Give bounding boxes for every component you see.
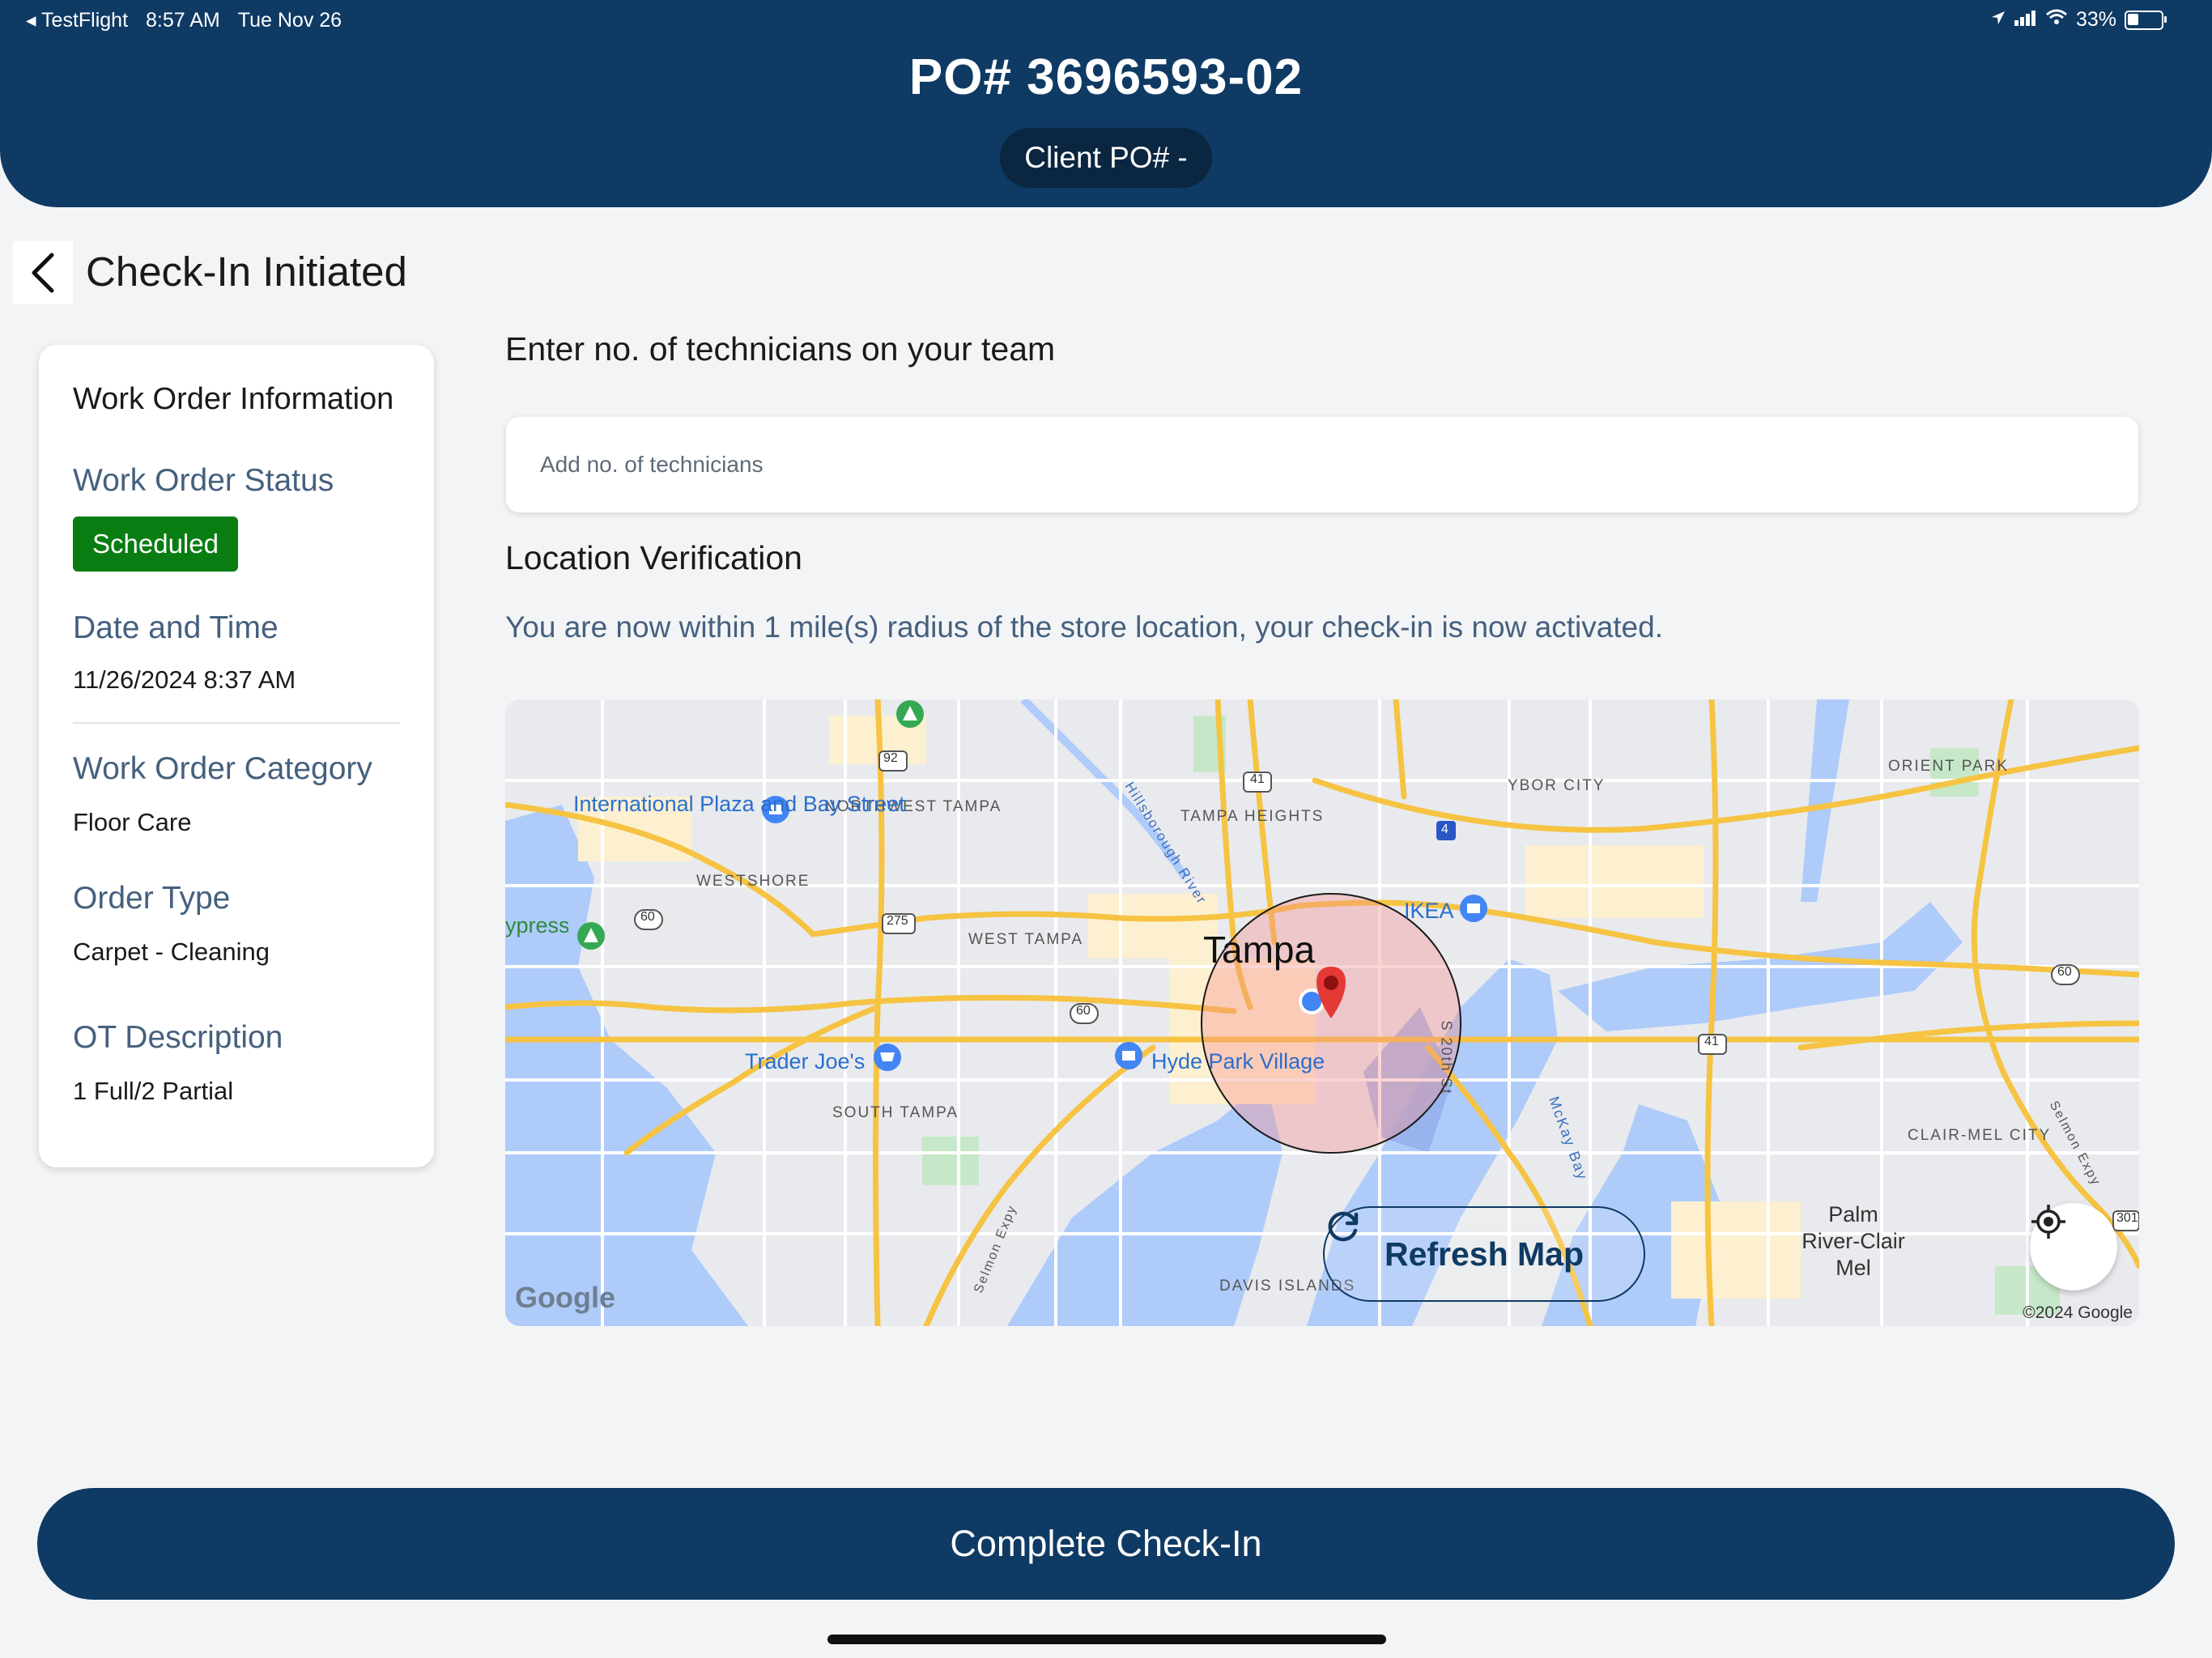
google-logo: Google <box>515 1281 615 1314</box>
app-header: ◂ TestFlight 8:57 AM Tue Nov 26 33% PO# … <box>0 0 2212 207</box>
poi-park-icon <box>896 700 924 728</box>
route-shield-60-east: 60 <box>2057 965 2072 979</box>
card-title: Work Order Information <box>73 382 394 416</box>
map-label-tampa-heights: TAMPA HEIGHTS <box>1180 808 1325 825</box>
poi-shopping-icon <box>1460 895 1487 922</box>
map-poi-trader-joes[interactable]: Trader Joe's <box>745 1048 865 1075</box>
crosshair-icon <box>2031 1205 2065 1239</box>
route-shield-41-south: 41 <box>1704 1035 1719 1048</box>
map-poi-international-plaza[interactable]: International Plaza and Bay Street <box>573 790 905 818</box>
location-verification-heading: Location Verification <box>505 539 802 576</box>
map-city-tampa: Tampa <box>1203 929 1316 971</box>
complete-check-in-button[interactable]: Complete Check-In <box>37 1488 2175 1600</box>
cellular-signal-icon <box>2014 8 2037 32</box>
ot-description-label: OT Description <box>73 1020 283 1055</box>
technicians-heading: Enter no. of technicians on your team <box>505 330 1056 368</box>
chevron-left-icon <box>32 253 54 293</box>
status-time: 8:57 AM <box>146 8 220 32</box>
route-shield-275: 275 <box>887 914 908 928</box>
route-shield-301: 301 <box>2116 1211 2138 1225</box>
refresh-map-button[interactable]: Refresh Map <box>1323 1206 1645 1302</box>
location-verification-message: You are now within 1 mile(s) radius of t… <box>505 610 1663 644</box>
map-poi-hyde-park-village[interactable]: Hyde Park Village <box>1151 1048 1325 1075</box>
status-date: Tue Nov 26 <box>237 8 342 32</box>
route-shield-41: 41 <box>1250 772 1265 786</box>
home-indicator <box>827 1635 1386 1644</box>
work-order-category-value: Floor Care <box>73 808 192 836</box>
card-divider <box>73 722 400 724</box>
route-shield-60-west: 60 <box>640 910 655 924</box>
location-arrow-icon <box>1990 8 2006 32</box>
ot-description-value: 1 Full/2 Partial <box>73 1077 234 1105</box>
page-title: Check-In Initiated <box>86 249 407 295</box>
my-location-button[interactable] <box>2030 1203 2117 1290</box>
poi-park-icon <box>577 922 605 950</box>
refresh-icon <box>1328 1211 1359 1242</box>
date-time-value: 11/26/2024 8:37 AM <box>73 665 296 694</box>
work-order-status-label: Work Order Status <box>73 463 334 498</box>
po-number-title: PO# 3696593-02 <box>908 49 1304 105</box>
location-map[interactable]: NORTHWEST TAMPA WESTSHORE WEST TAMPA SOU… <box>505 699 2139 1326</box>
poi-grocery-icon <box>874 1044 901 1071</box>
map-poi-park[interactable]: ypress Point Park <box>505 912 568 939</box>
wifi-icon <box>2045 8 2068 32</box>
battery-percent: 33% <box>2075 8 2116 31</box>
map-poi-ikea[interactable]: IKEA <box>1404 897 1454 925</box>
map-label-south-tampa: SOUTH TAMPA <box>832 1104 959 1121</box>
poi-shopping-icon <box>1115 1042 1142 1069</box>
battery-icon <box>2125 10 2167 30</box>
testflight-back-link[interactable]: ◂ TestFlight <box>26 8 128 32</box>
route-shield-i4: 4 <box>1441 823 1448 836</box>
map-label-westshore: WESTSHORE <box>696 873 810 890</box>
map-label-clair-mel-city: CLAIR-MEL CITY <box>1908 1127 2052 1144</box>
work-order-info-card: Work Order Information Work Order Status… <box>39 345 434 1167</box>
order-type-value: Carpet - Cleaning <box>73 937 270 966</box>
map-label-orient-park: ORIENT PARK <box>1888 758 2010 775</box>
map-copyright: ©2024 Google <box>2023 1303 2133 1322</box>
back-button[interactable] <box>13 241 73 304</box>
route-shield-92: 92 <box>883 751 898 765</box>
work-order-category-label: Work Order Category <box>73 751 372 786</box>
status-badge: Scheduled <box>73 517 238 572</box>
status-bar: ◂ TestFlight 8:57 AM Tue Nov 26 33% <box>0 6 2212 42</box>
map-place-palm-river: Palm River-Clair Mel <box>1802 1202 1905 1280</box>
order-type-label: Order Type <box>73 881 231 916</box>
technicians-count-input[interactable] <box>506 417 2138 512</box>
refresh-map-label: Refresh Map <box>1384 1235 1585 1273</box>
client-po-badge: Client PO# - <box>1000 128 1212 188</box>
date-time-label: Date and Time <box>73 610 279 645</box>
map-street-s-20th: S 20th St <box>1438 1020 1455 1095</box>
map-label-west-tampa: WEST TAMPA <box>968 931 1084 948</box>
route-shield-60-mid: 60 <box>1076 1004 1091 1018</box>
battery-level-fill <box>2128 13 2138 25</box>
map-label-ybor-city: YBOR CITY <box>1508 777 1606 794</box>
